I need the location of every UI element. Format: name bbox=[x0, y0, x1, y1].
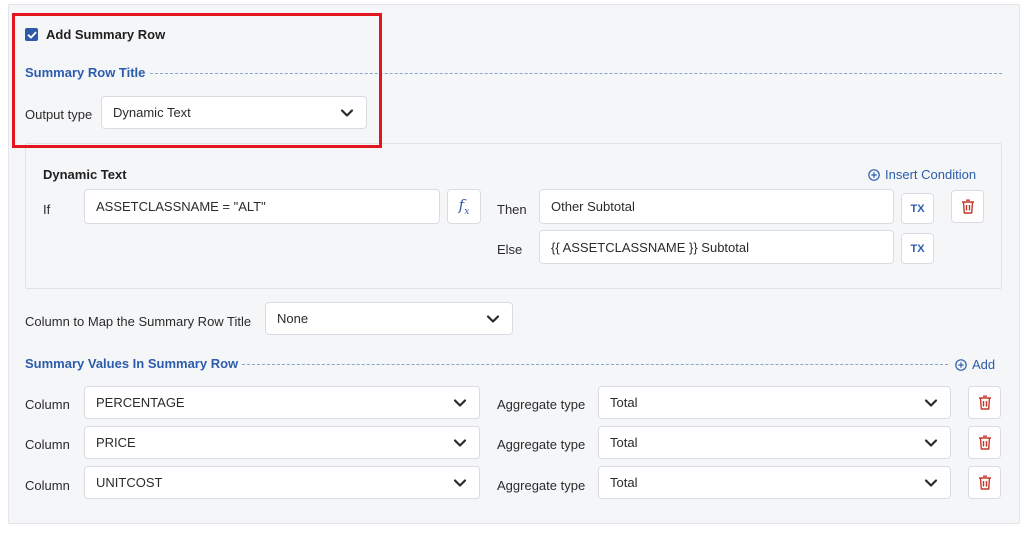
tx-icon: TX bbox=[910, 202, 925, 215]
condition-value: ASSETCLASSNAME = "ALT" bbox=[96, 199, 266, 214]
then-tx-button[interactable]: TX bbox=[901, 193, 934, 224]
add-label: Add bbox=[972, 357, 996, 372]
then-label: Then bbox=[497, 202, 527, 217]
aggregate-type-label: Aggregate type bbox=[497, 397, 586, 412]
chevron-down-icon bbox=[924, 438, 938, 447]
chevron-down-icon bbox=[924, 398, 938, 407]
aggregate-type-label: Aggregate type bbox=[497, 478, 586, 493]
then-value: Other Subtotal bbox=[551, 199, 635, 214]
chevron-down-icon bbox=[453, 478, 467, 487]
column-select[interactable]: PERCENTAGE bbox=[84, 386, 480, 419]
column-map-select[interactable]: None bbox=[265, 302, 513, 335]
add-summary-value-link[interactable]: Add bbox=[955, 357, 995, 372]
aggregate-type-select[interactable]: Total bbox=[598, 466, 951, 499]
else-label: Else bbox=[497, 242, 523, 257]
fx-icon: fx bbox=[458, 196, 470, 217]
highlight-box bbox=[12, 13, 382, 148]
column-value: UNITCOST bbox=[96, 475, 163, 490]
chevron-down-icon bbox=[924, 478, 938, 487]
insert-condition-link[interactable]: Insert Condition bbox=[868, 167, 976, 182]
else-input[interactable]: {{ ASSETCLASSNAME }} Subtotal bbox=[539, 230, 894, 264]
tx-icon: TX bbox=[910, 242, 925, 255]
if-label: If bbox=[43, 202, 51, 217]
column-value: PRICE bbox=[96, 435, 136, 450]
trash-icon bbox=[978, 395, 991, 410]
column-map-value: None bbox=[277, 311, 309, 326]
column-select[interactable]: PRICE bbox=[84, 426, 480, 459]
aggregate-type-select[interactable]: Total bbox=[598, 426, 951, 459]
trash-icon bbox=[978, 475, 991, 490]
column-value: PERCENTAGE bbox=[96, 395, 185, 410]
chevron-down-icon bbox=[486, 314, 500, 323]
delete-row-button[interactable] bbox=[968, 466, 1001, 499]
aggregate-type-value: Total bbox=[610, 435, 638, 450]
delete-condition-button[interactable] bbox=[951, 190, 984, 223]
dynamic-text-heading: Dynamic Text bbox=[43, 167, 127, 182]
column-label: Column bbox=[25, 478, 70, 493]
aggregate-type-select[interactable]: Total bbox=[598, 386, 951, 419]
then-input[interactable]: Other Subtotal bbox=[539, 189, 894, 224]
delete-row-button[interactable] bbox=[968, 386, 1001, 419]
trash-icon bbox=[961, 199, 974, 214]
summary-values-heading: Summary Values In Summary Row bbox=[25, 356, 239, 371]
chevron-down-icon bbox=[453, 398, 467, 407]
trash-icon bbox=[978, 435, 991, 450]
column-label: Column bbox=[25, 437, 70, 452]
section-divider bbox=[242, 364, 948, 365]
column-select[interactable]: UNITCOST bbox=[84, 466, 480, 499]
condition-input[interactable]: ASSETCLASSNAME = "ALT" bbox=[84, 189, 440, 224]
else-tx-button[interactable]: TX bbox=[901, 233, 934, 264]
aggregate-type-value: Total bbox=[610, 475, 638, 490]
chevron-down-icon bbox=[453, 438, 467, 447]
aggregate-type-label: Aggregate type bbox=[497, 437, 586, 452]
else-value: {{ ASSETCLASSNAME }} Subtotal bbox=[551, 239, 750, 255]
plus-circle-icon bbox=[868, 168, 880, 181]
aggregate-type-value: Total bbox=[610, 395, 638, 410]
fx-button[interactable]: fx bbox=[447, 189, 481, 224]
column-label: Column bbox=[25, 397, 70, 412]
insert-condition-label: Insert Condition bbox=[885, 167, 977, 182]
plus-circle-icon bbox=[955, 358, 967, 371]
column-map-label: Column to Map the Summary Row Title bbox=[25, 314, 252, 329]
delete-row-button[interactable] bbox=[968, 426, 1001, 459]
